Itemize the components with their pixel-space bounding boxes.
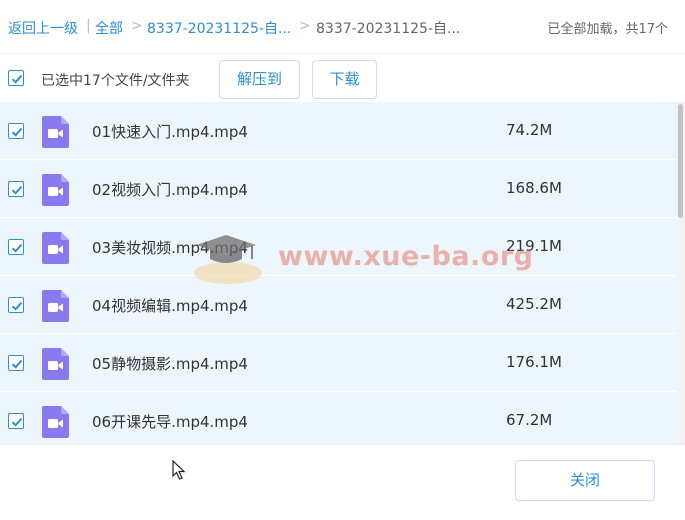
action-bar: 已选中17个文件/文件夹 解压到 下载 xyxy=(0,54,685,102)
video-file-icon xyxy=(42,406,69,438)
file-size: 67.2M xyxy=(506,411,553,429)
load-status: 已全部加载，共17个 xyxy=(547,22,668,37)
mouse-cursor-icon xyxy=(172,460,186,480)
video-file-icon xyxy=(42,116,69,148)
select-all-checkbox[interactable] xyxy=(8,70,24,86)
row-checkbox[interactable] xyxy=(8,239,24,255)
row-checkbox[interactable] xyxy=(8,413,24,429)
file-size: 74.2M xyxy=(506,121,553,139)
file-row[interactable]: 01快速入门.mp4.mp4 74.2M xyxy=(0,102,676,160)
file-row[interactable]: 06开课先导.mp4.mp4 67.2M xyxy=(0,392,676,444)
breadcrumb-separator: > xyxy=(299,18,311,34)
video-file-icon xyxy=(42,232,69,264)
breadcrumb-all[interactable]: 全部 xyxy=(95,18,123,38)
file-size: 425.2M xyxy=(506,295,562,313)
breadcrumb-folder[interactable]: 8337-20231125-自... xyxy=(147,18,291,38)
file-size: 168.6M xyxy=(506,179,562,197)
file-name[interactable]: 04视频编辑.mp4.mp4 xyxy=(92,295,248,316)
check-icon xyxy=(11,243,23,253)
check-icon xyxy=(11,74,23,84)
file-row[interactable]: 03美妆视频.mp4.mp4 219.1M xyxy=(0,218,676,276)
row-checkbox[interactable] xyxy=(8,355,24,371)
breadcrumb-current: 8337-20231125-自... xyxy=(316,21,461,37)
check-icon xyxy=(11,417,23,427)
breadcrumb-bar: 返回上一级 | 全部 > 8337-20231125-自... > 8337-2… xyxy=(0,0,685,54)
download-button[interactable]: 下载 xyxy=(312,60,377,99)
row-checkbox[interactable] xyxy=(8,181,24,197)
close-button[interactable]: 关闭 xyxy=(515,460,655,501)
check-icon xyxy=(11,127,23,137)
extract-to-button[interactable]: 解压到 xyxy=(219,60,300,99)
selection-count: 已选中17个文件/文件夹 xyxy=(41,73,190,89)
file-size: 219.1M xyxy=(506,237,562,255)
dialog-footer: 关闭 xyxy=(0,444,685,520)
video-file-icon xyxy=(42,348,69,380)
file-name[interactable]: 03美妆视频.mp4.mp4 xyxy=(92,237,248,258)
file-name[interactable]: 05静物摄影.mp4.mp4 xyxy=(92,353,248,374)
file-name[interactable]: 01快速入门.mp4.mp4 xyxy=(92,121,248,142)
file-list: 01快速入门.mp4.mp4 74.2M 02视频入门.mp4.mp4 168.… xyxy=(0,102,676,444)
check-icon xyxy=(11,359,23,369)
check-icon xyxy=(11,301,23,311)
file-size: 176.1M xyxy=(506,353,562,371)
file-row[interactable]: 05静物摄影.mp4.mp4 176.1M xyxy=(0,334,676,392)
scrollbar-thumb[interactable] xyxy=(678,104,683,218)
video-file-icon xyxy=(42,290,69,322)
video-file-icon xyxy=(42,174,69,206)
breadcrumb-separator: > xyxy=(131,18,143,34)
file-name[interactable]: 06开课先导.mp4.mp4 xyxy=(92,411,248,432)
check-icon xyxy=(11,185,23,195)
row-checkbox[interactable] xyxy=(8,123,24,139)
back-link[interactable]: 返回上一级 xyxy=(8,18,78,38)
list-scrollbar[interactable] xyxy=(676,102,685,444)
breadcrumb-separator: | xyxy=(86,18,91,34)
row-checkbox[interactable] xyxy=(8,297,24,313)
file-row[interactable]: 04视频编辑.mp4.mp4 425.2M xyxy=(0,276,676,334)
file-row[interactable]: 02视频入门.mp4.mp4 168.6M xyxy=(0,160,676,218)
file-name[interactable]: 02视频入门.mp4.mp4 xyxy=(92,179,248,200)
